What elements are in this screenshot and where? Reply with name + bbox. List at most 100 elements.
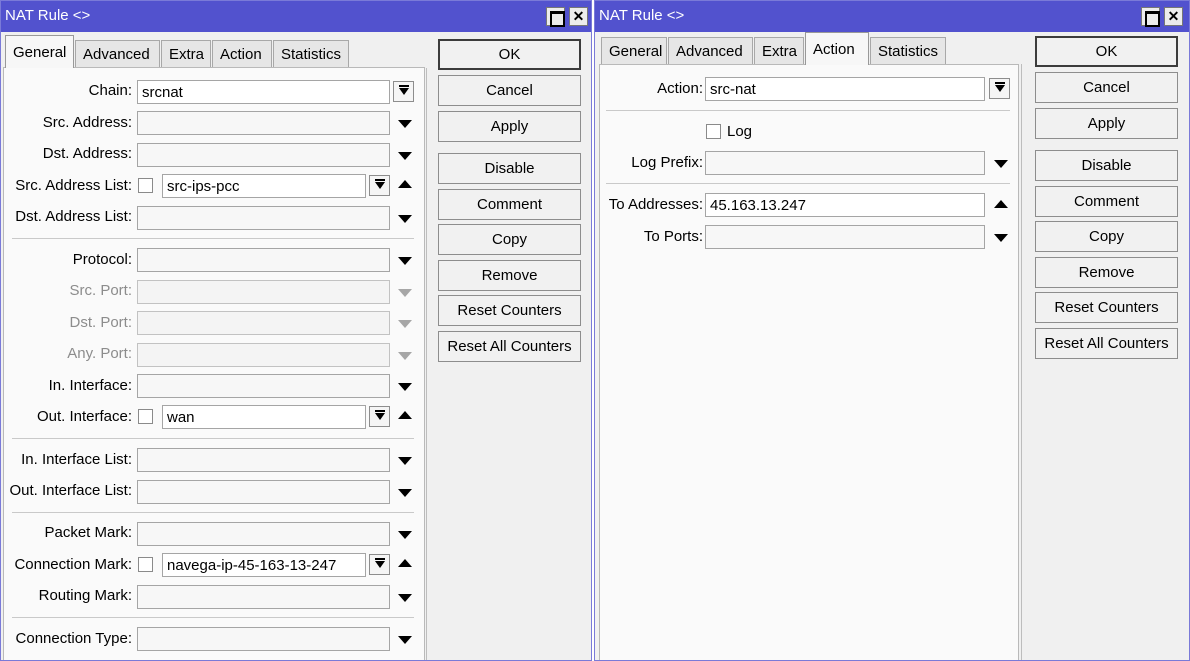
to-addresses-field[interactable]: 45.163.13.247	[705, 193, 985, 217]
src-address-list-field[interactable]: src-ips-pcc	[162, 174, 366, 198]
protocol-label: Protocol:	[72, 251, 132, 268]
close-icon[interactable]: ✕	[569, 7, 588, 26]
nat-rule-window-general: NAT Rule <> ✕ General Advanced Extra Act…	[0, 0, 592, 661]
apply-button[interactable]: Apply	[438, 111, 581, 142]
ok-button[interactable]: OK	[1035, 36, 1178, 67]
src-port-field	[137, 280, 390, 304]
action-tab-panel: Action: src-nat Log Log Prefix: To Addre…	[599, 64, 1019, 660]
nat-rule-window-action: NAT Rule <> ✕ General Advanced Extra Act…	[594, 0, 1190, 661]
out-interface-dropdown-icon[interactable]	[369, 406, 390, 427]
packet-mark-label: Packet Mark:	[44, 524, 132, 541]
tab-advanced[interactable]: Advanced	[668, 37, 753, 64]
routing-mark-expand-icon[interactable]	[398, 594, 412, 602]
log-prefix-label: Log Prefix:	[631, 154, 703, 171]
close-icon[interactable]: ✕	[1164, 7, 1183, 26]
src-address-list-invert-checkbox[interactable]	[138, 178, 153, 193]
title-bar[interactable]: NAT Rule <> ✕	[1, 1, 591, 32]
in-interface-list-expand-icon[interactable]	[398, 457, 412, 465]
comment-button[interactable]: Comment	[1035, 186, 1178, 217]
reset-all-counters-button[interactable]: Reset All Counters	[1035, 328, 1178, 359]
src-address-expand-icon[interactable]	[398, 120, 412, 128]
maximize-icon[interactable]	[546, 7, 565, 27]
divider	[1021, 64, 1022, 660]
src-address-list-collapse-icon[interactable]	[398, 180, 412, 188]
reset-counters-button[interactable]: Reset Counters	[438, 295, 581, 326]
out-interface-field[interactable]: wan	[162, 405, 366, 429]
action-label: Action:	[657, 80, 703, 97]
copy-button[interactable]: Copy	[1035, 221, 1178, 252]
dst-address-field[interactable]	[137, 143, 390, 167]
cancel-button[interactable]: Cancel	[438, 75, 581, 106]
remove-button[interactable]: Remove	[1035, 257, 1178, 288]
dst-address-list-field[interactable]	[137, 206, 390, 230]
action-dropdown-icon[interactable]	[989, 78, 1010, 99]
general-tab-panel: Chain: srcnat Src. Address: Dst. Address…	[3, 67, 425, 660]
maximize-icon[interactable]	[1141, 7, 1160, 27]
chain-field[interactable]: srcnat	[137, 80, 390, 104]
dst-address-list-expand-icon[interactable]	[398, 215, 412, 223]
protocol-expand-icon[interactable]	[398, 257, 412, 265]
to-ports-field[interactable]	[705, 225, 985, 249]
out-interface-invert-checkbox[interactable]	[138, 409, 153, 424]
dst-port-expand-icon	[398, 320, 412, 328]
connection-mark-invert-checkbox[interactable]	[138, 557, 153, 572]
comment-button[interactable]: Comment	[438, 189, 581, 220]
in-interface-expand-icon[interactable]	[398, 383, 412, 391]
tab-general[interactable]: General	[5, 35, 74, 68]
tab-advanced[interactable]: Advanced	[75, 40, 160, 67]
tab-action[interactable]: Action	[805, 32, 869, 65]
separator	[12, 617, 414, 618]
log-prefix-field[interactable]	[705, 151, 985, 175]
in-interface-list-label: In. Interface List:	[21, 451, 132, 468]
dst-address-list-label: Dst. Address List:	[15, 208, 132, 225]
out-interface-collapse-icon[interactable]	[398, 411, 412, 419]
connection-mark-field[interactable]: navega-ip-45-163-13-247	[162, 553, 366, 577]
routing-mark-field[interactable]	[137, 585, 390, 609]
any-port-field	[137, 343, 390, 367]
tab-extra[interactable]: Extra	[754, 37, 804, 64]
connection-type-expand-icon[interactable]	[398, 636, 412, 644]
copy-button[interactable]: Copy	[438, 224, 581, 255]
connection-type-field[interactable]	[137, 627, 390, 651]
to-addresses-collapse-icon[interactable]	[994, 200, 1008, 208]
packet-mark-field[interactable]	[137, 522, 390, 546]
in-interface-field[interactable]	[137, 374, 390, 398]
packet-mark-expand-icon[interactable]	[398, 531, 412, 539]
out-interface-list-expand-icon[interactable]	[398, 489, 412, 497]
tab-statistics[interactable]: Statistics	[273, 40, 349, 67]
action-field[interactable]: src-nat	[705, 77, 985, 101]
dst-address-label: Dst. Address:	[42, 145, 132, 162]
src-address-field[interactable]	[137, 111, 390, 135]
cancel-button[interactable]: Cancel	[1035, 72, 1178, 103]
window-title: NAT Rule <>	[599, 7, 685, 24]
disable-button[interactable]: Disable	[1035, 150, 1178, 181]
src-address-list-dropdown-icon[interactable]	[369, 175, 390, 196]
dst-port-label: Dst. Port:	[69, 314, 132, 331]
tab-extra[interactable]: Extra	[161, 40, 211, 67]
src-address-label: Src. Address:	[42, 114, 132, 131]
remove-button[interactable]: Remove	[438, 260, 581, 291]
divider	[426, 68, 427, 660]
to-ports-expand-icon[interactable]	[994, 234, 1008, 242]
in-interface-list-field[interactable]	[137, 448, 390, 472]
protocol-field[interactable]	[137, 248, 390, 272]
to-ports-label: To Ports:	[643, 228, 703, 245]
ok-button[interactable]: OK	[438, 39, 581, 70]
any-port-expand-icon	[398, 352, 412, 360]
title-bar[interactable]: NAT Rule <> ✕	[595, 1, 1189, 32]
chain-dropdown-icon[interactable]	[393, 81, 414, 102]
separator	[606, 183, 1010, 184]
connection-mark-collapse-icon[interactable]	[398, 559, 412, 567]
out-interface-list-field[interactable]	[137, 480, 390, 504]
apply-button[interactable]: Apply	[1035, 108, 1178, 139]
tab-statistics[interactable]: Statistics	[870, 37, 946, 64]
tab-action[interactable]: Action	[212, 40, 272, 67]
reset-counters-button[interactable]: Reset Counters	[1035, 292, 1178, 323]
connection-mark-dropdown-icon[interactable]	[369, 554, 390, 575]
tab-general[interactable]: General	[601, 37, 667, 64]
dst-address-expand-icon[interactable]	[398, 152, 412, 160]
reset-all-counters-button[interactable]: Reset All Counters	[438, 331, 581, 362]
log-prefix-expand-icon[interactable]	[994, 160, 1008, 168]
log-checkbox[interactable]	[706, 124, 721, 139]
disable-button[interactable]: Disable	[438, 153, 581, 184]
